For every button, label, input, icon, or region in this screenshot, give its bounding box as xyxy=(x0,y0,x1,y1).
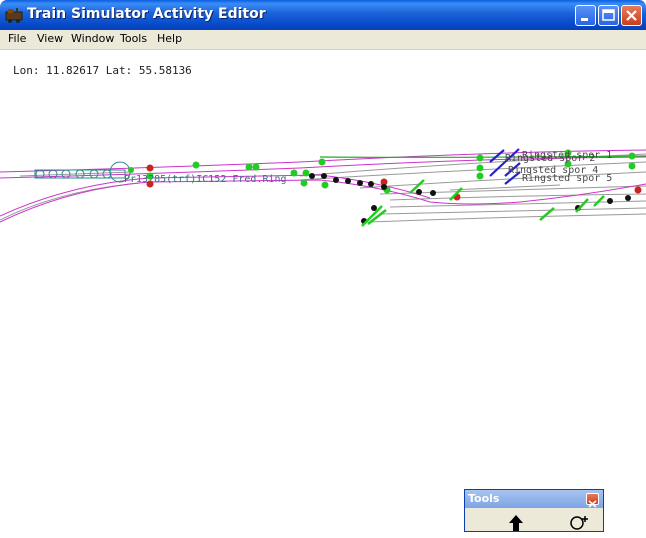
zoom-in-tool-icon[interactable] xyxy=(567,512,593,534)
track-map[interactable]: Ringsted spor 1 Ringsted spor 2 Ringsted… xyxy=(0,0,646,532)
pointer-tool-icon[interactable] xyxy=(503,512,529,534)
tools-panel[interactable]: Tools xyxy=(464,489,604,532)
label-ringsted-spor-2[interactable]: Ringsted spor 2 xyxy=(505,153,595,164)
train-consist[interactable] xyxy=(34,161,131,183)
label-ringsted-spor-5[interactable]: Ringsted spor 5 xyxy=(522,173,612,184)
tools-panel-title-bar[interactable]: Tools xyxy=(465,490,603,508)
label-train-service[interactable]: Pr13285(trf)IC152 Fred.Ring xyxy=(124,174,287,185)
tools-panel-close-button[interactable] xyxy=(586,493,599,508)
tools-panel-title: Tools xyxy=(468,492,500,505)
